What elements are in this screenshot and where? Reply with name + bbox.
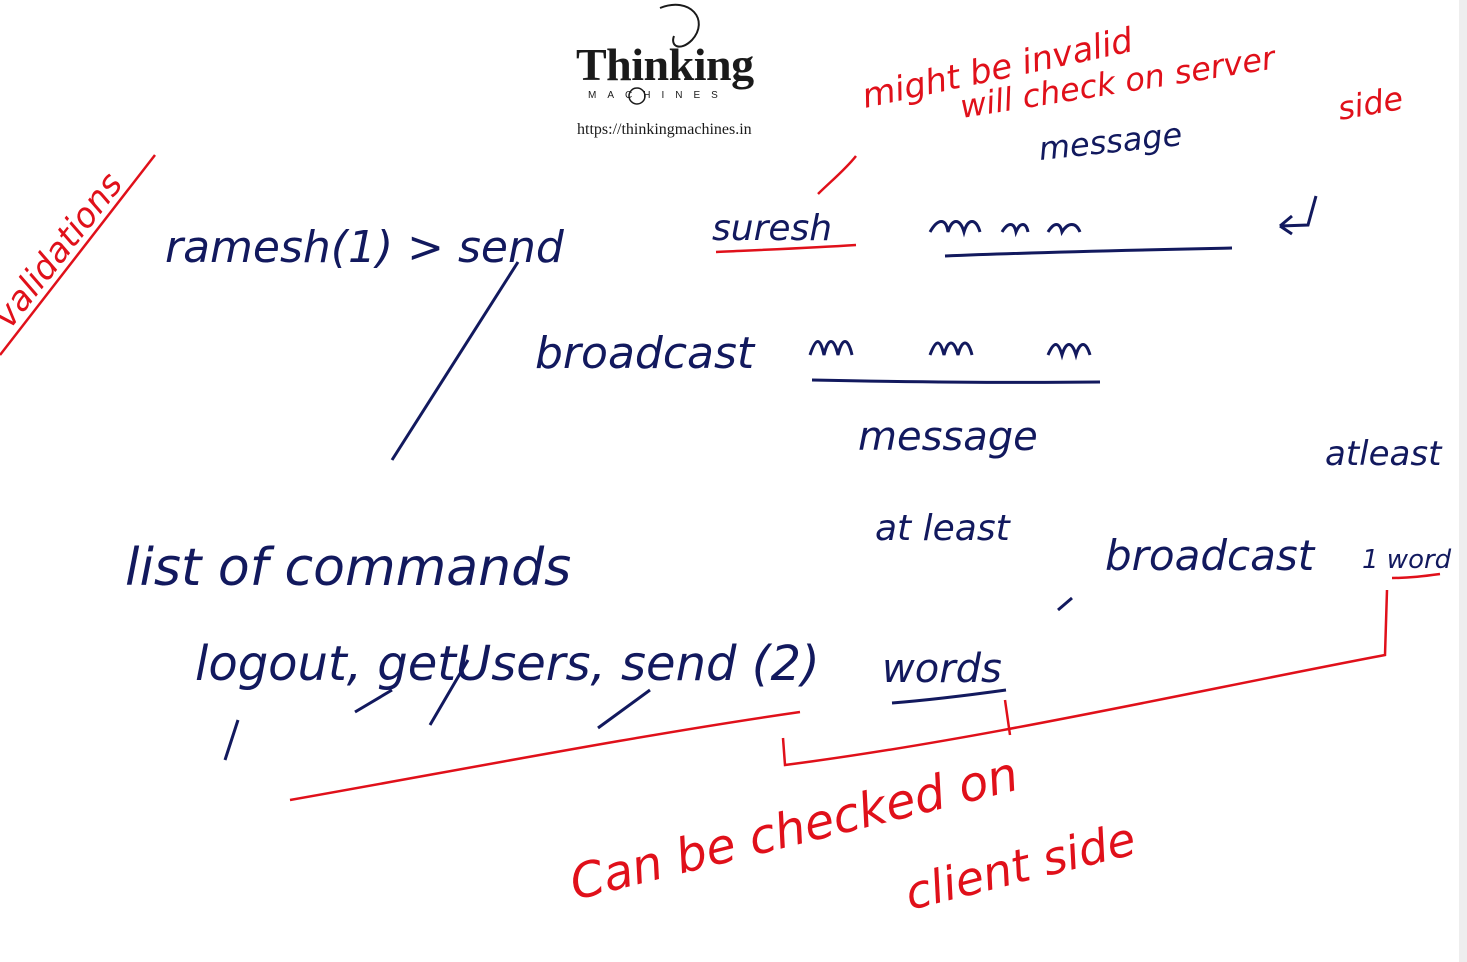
message-underline-1: [944, 246, 1233, 258]
words-label: words: [882, 646, 1002, 692]
message-squiggle-1: [928, 220, 1082, 238]
commands-line: logout, getUsers, send (2): [195, 636, 820, 692]
one-word-label: 1 word: [1362, 545, 1452, 575]
broadcast-label-2: broadcast: [1105, 531, 1316, 580]
list-of-commands-label: list of commands: [125, 538, 571, 598]
message-underline-2: [811, 378, 1101, 384]
validations-note: validations: [0, 165, 131, 335]
message-squiggle-2: [808, 340, 1092, 361]
suresh-label: suresh: [712, 208, 832, 249]
atleast-right-label: atleast: [1325, 434, 1443, 474]
red-long-underline: [289, 710, 801, 802]
page-edge: [1459, 0, 1467, 962]
whiteboard-canvas: validations might be invalid will check …: [0, 20, 1452, 921]
message-mid-label: message: [858, 414, 1038, 460]
side-note: side: [1335, 79, 1406, 128]
at-least-label: at least: [875, 508, 1012, 549]
broadcast-label: broadcast: [535, 328, 756, 379]
slash-line: [390, 261, 520, 461]
red-brace: [781, 589, 1389, 767]
command-send-line: ramesh(1) > send: [165, 222, 565, 273]
red-pointer-line: [817, 155, 857, 195]
message-top-label: message: [1037, 115, 1184, 168]
client-side-note: client side: [900, 811, 1141, 920]
validations-underline: [0, 154, 156, 356]
enter-arrow-icon: [1279, 195, 1318, 236]
